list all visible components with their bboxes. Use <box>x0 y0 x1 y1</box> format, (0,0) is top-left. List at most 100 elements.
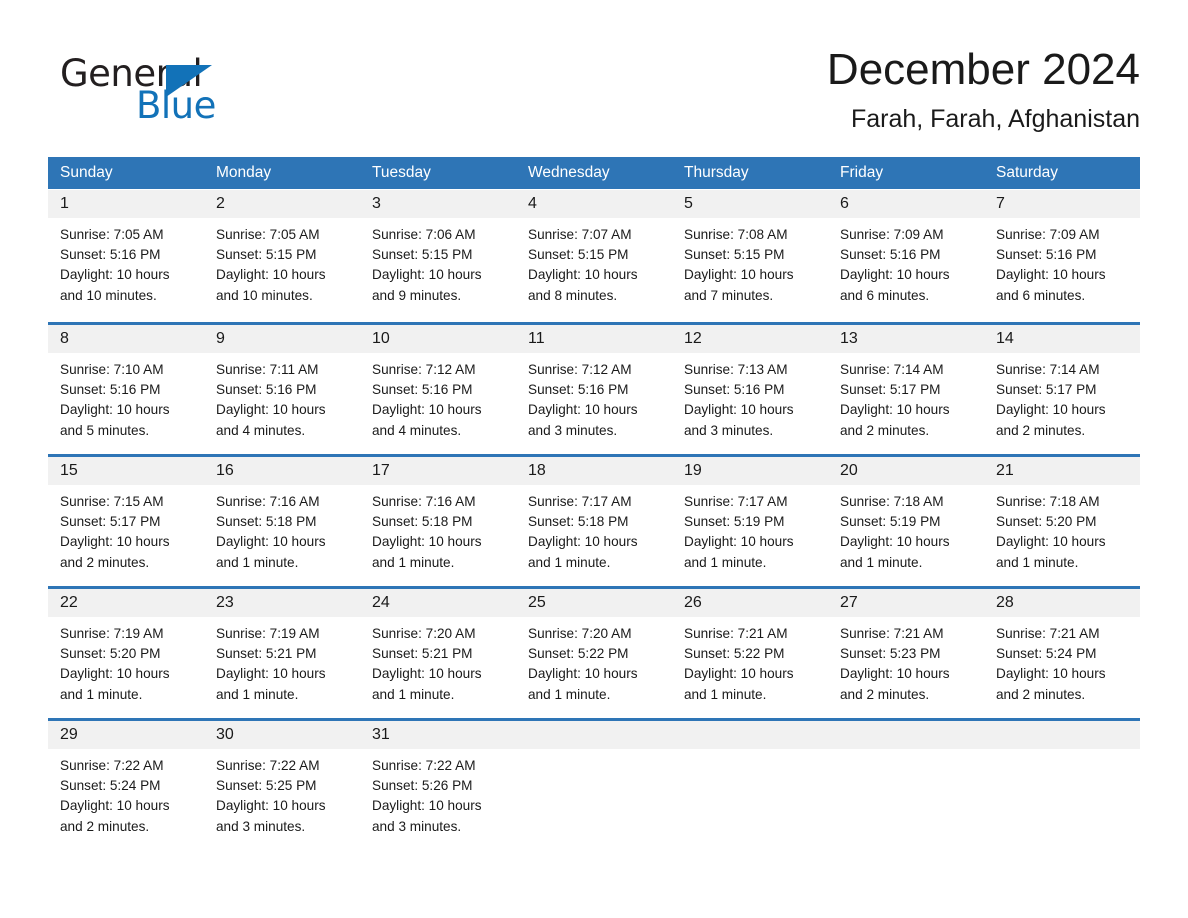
sunrise-text: Sunrise: 7:10 AM <box>60 362 164 377</box>
sunset-text: Sunset: 5:16 PM <box>60 382 161 398</box>
day-sun-info: Sunrise: 7:20 AM Sunset: 5:22 PM Daylight:… <box>516 617 672 705</box>
calendar-day-cell-2[interactable]: 2 Sunrise: 7:05 AM Sunset: 5:15 PM Daylight… <box>204 190 360 322</box>
daylight-text: Daylight: 10 hours and 2 minutes. <box>840 666 950 702</box>
sunrise-text: Sunrise: 7:14 AM <box>996 362 1100 377</box>
daylight-text: Daylight: 10 hours and 6 minutes. <box>840 267 950 303</box>
sunset-text: Sunset: 5:19 PM <box>684 514 785 530</box>
day-sun-info: Sunrise: 7:12 AM Sunset: 5:16 PM Daylight:… <box>516 353 672 441</box>
calendar-day-cell-19[interactable]: 19 Sunrise: 7:17 AM Sunset: 5:19 PM Dayligh… <box>672 457 828 586</box>
sunrise-text: Sunrise: 7:21 AM <box>996 626 1100 641</box>
calendar-day-cell-9[interactable]: 9 Sunrise: 7:11 AM Sunset: 5:16 PM Daylight… <box>204 325 360 454</box>
daylight-text: Daylight: 10 hours and 3 minutes. <box>528 402 638 438</box>
calendar-day-cell-25[interactable]: 25 Sunrise: 7:20 AM Sunset: 5:22 PM Dayligh… <box>516 589 672 718</box>
day-number: 13 <box>840 330 858 347</box>
sunrise-text: Sunrise: 7:19 AM <box>60 626 164 641</box>
day-number-band <box>672 721 828 749</box>
calendar-day-cell-30[interactable]: 30 Sunrise: 7:22 AM Sunset: 5:25 PM Dayligh… <box>204 721 360 836</box>
day-sun-info: Sunrise: 7:09 AM Sunset: 5:16 PM Daylight:… <box>984 218 1140 306</box>
calendar-day-cell-23[interactable]: 23 Sunrise: 7:19 AM Sunset: 5:21 PM Dayligh… <box>204 589 360 718</box>
day-sun-info: Sunrise: 7:07 AM Sunset: 5:15 PM Daylight:… <box>516 218 672 306</box>
calendar-day-cell-10[interactable]: 10 Sunrise: 7:12 AM Sunset: 5:16 PM Dayligh… <box>360 325 516 454</box>
calendar-day-cell-24[interactable]: 24 Sunrise: 7:20 AM Sunset: 5:21 PM Dayligh… <box>360 589 516 718</box>
calendar-day-cell-27[interactable]: 27 Sunrise: 7:21 AM Sunset: 5:23 PM Dayligh… <box>828 589 984 718</box>
sunset-text: Sunset: 5:20 PM <box>60 646 161 662</box>
sunset-text: Sunset: 5:26 PM <box>372 778 473 794</box>
calendar-day-cell-6[interactable]: 6 Sunrise: 7:09 AM Sunset: 5:16 PM Daylight… <box>828 190 984 322</box>
sunset-text: Sunset: 5:24 PM <box>60 778 161 794</box>
weekday-header-monday: Monday <box>216 164 272 181</box>
calendar-day-cell-21[interactable]: 21 Sunrise: 7:18 AM Sunset: 5:20 PM Dayligh… <box>984 457 1140 586</box>
daylight-text: Daylight: 10 hours and 1 minute. <box>216 534 326 570</box>
day-number: 20 <box>840 462 858 479</box>
calendar-day-cell-17[interactable]: 17 Sunrise: 7:16 AM Sunset: 5:18 PM Dayligh… <box>360 457 516 586</box>
day-number: 25 <box>528 594 546 611</box>
day-number: 31 <box>372 726 390 743</box>
sunset-text: Sunset: 5:20 PM <box>996 514 1097 530</box>
day-number: 21 <box>996 462 1014 479</box>
day-sun-info: Sunrise: 7:16 AM Sunset: 5:18 PM Daylight:… <box>204 485 360 573</box>
general-blue-logo[interactable]: General Blue <box>60 52 320 132</box>
sunset-text: Sunset: 5:16 PM <box>840 247 941 263</box>
daylight-text: Daylight: 10 hours and 2 minutes. <box>996 666 1106 702</box>
calendar-day-cell-11[interactable]: 11 Sunrise: 7:12 AM Sunset: 5:16 PM Dayligh… <box>516 325 672 454</box>
day-number: 14 <box>996 330 1014 347</box>
sunrise-text: Sunrise: 7:15 AM <box>60 494 164 509</box>
calendar-day-cell-26[interactable]: 26 Sunrise: 7:21 AM Sunset: 5:22 PM Dayligh… <box>672 589 828 718</box>
calendar-day-cell-12[interactable]: 12 Sunrise: 7:13 AM Sunset: 5:16 PM Dayligh… <box>672 325 828 454</box>
daylight-text: Daylight: 10 hours and 1 minute. <box>996 534 1106 570</box>
day-sun-info: Sunrise: 7:22 AM Sunset: 5:24 PM Daylight:… <box>48 749 204 837</box>
calendar-day-cell-15[interactable]: 15 Sunrise: 7:15 AM Sunset: 5:17 PM Dayligh… <box>48 457 204 586</box>
calendar-day-cell-14[interactable]: 14 Sunrise: 7:14 AM Sunset: 5:17 PM Dayligh… <box>984 325 1140 454</box>
sunrise-text: Sunrise: 7:07 AM <box>528 227 632 242</box>
calendar-day-cell-3[interactable]: 3 Sunrise: 7:06 AM Sunset: 5:15 PM Daylight… <box>360 190 516 322</box>
sunrise-text: Sunrise: 7:22 AM <box>372 758 476 773</box>
daylight-text: Daylight: 10 hours and 1 minute. <box>684 666 794 702</box>
sunset-text: Sunset: 5:17 PM <box>840 382 941 398</box>
sunset-text: Sunset: 5:15 PM <box>372 247 473 263</box>
calendar-day-cell-18[interactable]: 18 Sunrise: 7:17 AM Sunset: 5:18 PM Dayligh… <box>516 457 672 586</box>
sunset-text: Sunset: 5:19 PM <box>840 514 941 530</box>
calendar-day-cell-16[interactable]: 16 Sunrise: 7:16 AM Sunset: 5:18 PM Dayligh… <box>204 457 360 586</box>
calendar-day-cell-4[interactable]: 4 Sunrise: 7:07 AM Sunset: 5:15 PM Daylight… <box>516 190 672 322</box>
calendar-day-cell-13[interactable]: 13 Sunrise: 7:14 AM Sunset: 5:17 PM Dayligh… <box>828 325 984 454</box>
calendar-grid: Sunday Monday Tuesday Wednesday Thursday Frid… <box>48 157 1140 836</box>
day-sun-info: Sunrise: 7:22 AM Sunset: 5:25 PM Daylight:… <box>204 749 360 837</box>
calendar-day-cell-empty <box>984 721 1140 836</box>
calendar-day-cell-22[interactable]: 22 Sunrise: 7:19 AM Sunset: 5:20 PM Dayligh… <box>48 589 204 718</box>
daylight-text: Daylight: 10 hours and 4 minutes. <box>216 402 326 438</box>
sunrise-text: Sunrise: 7:17 AM <box>684 494 788 509</box>
calendar-day-cell-29[interactable]: 29 Sunrise: 7:22 AM Sunset: 5:24 PM Dayligh… <box>48 721 204 836</box>
sunset-text: Sunset: 5:22 PM <box>528 646 629 662</box>
calendar-day-cell-7[interactable]: 7 Sunrise: 7:09 AM Sunset: 5:16 PM Daylight… <box>984 190 1140 322</box>
day-number: 2 <box>216 195 225 212</box>
sunrise-text: Sunrise: 7:20 AM <box>528 626 632 641</box>
day-number: 12 <box>684 330 702 347</box>
day-sun-info: Sunrise: 7:09 AM Sunset: 5:16 PM Daylight:… <box>828 218 984 306</box>
calendar-day-cell-1[interactable]: 1 Sunrise: 7:05 AM Sunset: 5:16 PM Daylight… <box>48 190 204 322</box>
weekday-header-wednesday: Wednesday <box>528 164 610 181</box>
day-number: 17 <box>372 462 390 479</box>
daylight-text: Daylight: 10 hours and 10 minutes. <box>216 267 326 303</box>
daylight-text: Daylight: 10 hours and 5 minutes. <box>60 402 170 438</box>
calendar-day-cell-8[interactable]: 8 Sunrise: 7:10 AM Sunset: 5:16 PM Daylight… <box>48 325 204 454</box>
day-sun-info: Sunrise: 7:18 AM Sunset: 5:20 PM Daylight:… <box>984 485 1140 573</box>
day-number-band <box>828 721 984 749</box>
sunset-text: Sunset: 5:23 PM <box>840 646 941 662</box>
day-number: 19 <box>684 462 702 479</box>
day-sun-info: Sunrise: 7:11 AM Sunset: 5:16 PM Daylight:… <box>204 353 360 441</box>
calendar-day-cell-28[interactable]: 28 Sunrise: 7:21 AM Sunset: 5:24 PM Dayligh… <box>984 589 1140 718</box>
sunset-text: Sunset: 5:16 PM <box>60 247 161 263</box>
day-number: 11 <box>528 330 545 347</box>
calendar-week-row: 1 Sunrise: 7:05 AM Sunset: 5:16 PM Daylight… <box>48 190 1140 322</box>
location-subtitle: Farah, Farah, Afghanistan <box>850 105 1140 133</box>
calendar-day-cell-5[interactable]: 5 Sunrise: 7:08 AM Sunset: 5:15 PM Daylight… <box>672 190 828 322</box>
day-number: 16 <box>216 462 234 479</box>
sunrise-text: Sunrise: 7:22 AM <box>60 758 164 773</box>
sunrise-text: Sunrise: 7:20 AM <box>372 626 476 641</box>
sunset-text: Sunset: 5:18 PM <box>528 514 629 530</box>
daylight-text: Daylight: 10 hours and 2 minutes. <box>60 534 170 570</box>
calendar-day-cell-20[interactable]: 20 Sunrise: 7:18 AM Sunset: 5:19 PM Dayligh… <box>828 457 984 586</box>
weekday-header-friday: Friday <box>840 164 884 181</box>
calendar-day-cell-31[interactable]: 31 Sunrise: 7:22 AM Sunset: 5:26 PM Dayligh… <box>360 721 516 836</box>
day-number: 3 <box>372 195 381 212</box>
